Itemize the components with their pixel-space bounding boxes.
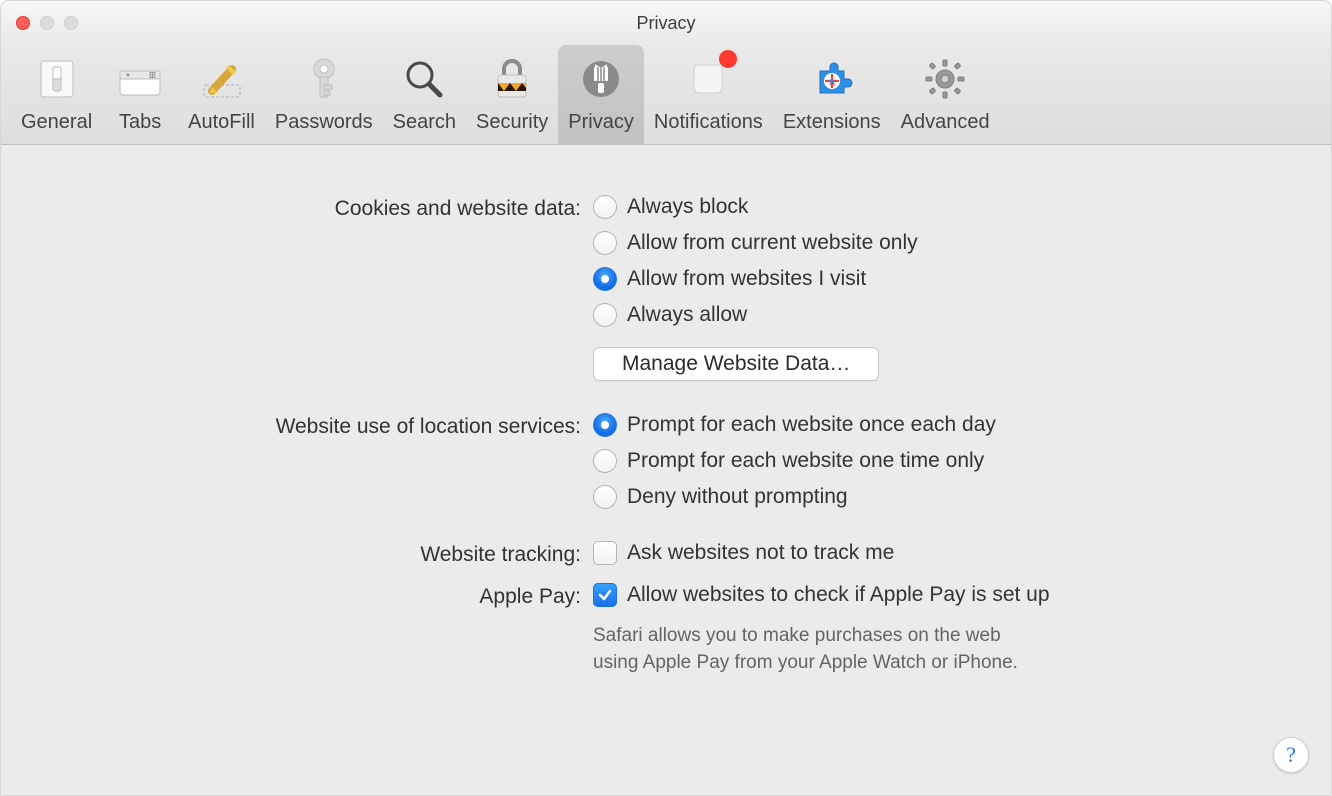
- radio-label: Allow from websites I visit: [627, 267, 866, 291]
- tab-label: Privacy: [568, 111, 634, 134]
- preferences-window: Privacy General: [0, 0, 1332, 796]
- radio-label: Deny without prompting: [627, 485, 848, 509]
- content-pane: Cookies and website data: Always block A…: [1, 145, 1331, 795]
- checkbox-label: Allow websites to check if Apple Pay is …: [627, 583, 1050, 607]
- radio-icon: [593, 267, 617, 291]
- cookies-always-allow[interactable]: Always allow: [593, 303, 1311, 327]
- tab-extensions[interactable]: Extensions: [773, 45, 891, 144]
- checkbox-icon: [593, 583, 617, 607]
- tab-security[interactable]: Security: [466, 45, 558, 144]
- location-prompt-once[interactable]: Prompt for each website one time only: [593, 449, 1311, 473]
- tab-notifications[interactable]: Notifications: [644, 45, 773, 144]
- tabs-icon: [112, 51, 168, 107]
- tab-label: General: [21, 111, 92, 134]
- toolbar: General Tabs: [1, 45, 1331, 145]
- autofill-icon: [194, 51, 250, 107]
- tab-privacy[interactable]: Privacy: [558, 45, 644, 144]
- help-button[interactable]: ?: [1273, 737, 1309, 773]
- advanced-icon: [917, 51, 973, 107]
- radio-label: Prompt for each website once each day: [627, 413, 996, 437]
- checkbox-icon: [593, 541, 617, 565]
- radio-label: Prompt for each website one time only: [627, 449, 984, 473]
- tab-advanced[interactable]: Advanced: [891, 45, 1000, 144]
- general-icon: [29, 51, 85, 107]
- tracking-dnt-checkbox[interactable]: Ask websites not to track me: [593, 541, 1311, 565]
- checkbox-label: Ask websites not to track me: [627, 541, 894, 565]
- privacy-icon: [573, 51, 629, 107]
- tab-label: Passwords: [275, 111, 373, 134]
- radio-label: Always allow: [627, 303, 747, 327]
- radio-icon: [593, 303, 617, 327]
- notifications-icon: [680, 51, 736, 107]
- tab-general[interactable]: General: [11, 45, 102, 144]
- passwords-icon: [296, 51, 352, 107]
- tab-label: Security: [476, 111, 548, 134]
- radio-label: Allow from current website only: [627, 231, 918, 255]
- tab-passwords[interactable]: Passwords: [265, 45, 383, 144]
- window-title: Privacy: [1, 13, 1331, 34]
- location-section: Website use of location services: Prompt…: [21, 413, 1311, 509]
- radio-icon: [593, 413, 617, 437]
- extensions-icon: [804, 51, 860, 107]
- security-icon: [484, 51, 540, 107]
- tab-label: Notifications: [654, 111, 763, 134]
- radio-icon: [593, 231, 617, 255]
- tab-search[interactable]: Search: [383, 45, 466, 144]
- applepay-subtext: Safari allows you to make purchases on t…: [593, 623, 1153, 676]
- tab-label: Search: [393, 111, 456, 134]
- applepay-section: Apple Pay: Allow websites to check if Ap…: [21, 583, 1311, 676]
- tab-label: Tabs: [119, 111, 161, 134]
- tab-label: Advanced: [901, 111, 990, 134]
- cookies-allow-current[interactable]: Allow from current website only: [593, 231, 1311, 255]
- tracking-section: Website tracking: Ask websites not to tr…: [21, 541, 1311, 567]
- tab-label: AutoFill: [188, 111, 255, 134]
- cookies-always-block[interactable]: Always block: [593, 195, 1311, 219]
- tab-label: Extensions: [783, 111, 881, 134]
- radio-icon: [593, 485, 617, 509]
- titlebar: Privacy: [1, 1, 1331, 45]
- applepay-label: Apple Pay:: [21, 583, 593, 609]
- location-prompt-daily[interactable]: Prompt for each website once each day: [593, 413, 1311, 437]
- tracking-label: Website tracking:: [21, 541, 593, 567]
- help-icon: ?: [1286, 742, 1296, 768]
- manage-website-data-button[interactable]: Manage Website Data…: [593, 347, 879, 381]
- cookies-label: Cookies and website data:: [21, 195, 593, 221]
- cookies-allow-visited[interactable]: Allow from websites I visit: [593, 267, 1311, 291]
- cookies-section: Cookies and website data: Always block A…: [21, 195, 1311, 381]
- tab-tabs[interactable]: Tabs: [102, 45, 178, 144]
- tab-autofill[interactable]: AutoFill: [178, 45, 265, 144]
- radio-label: Always block: [627, 195, 748, 219]
- radio-icon: [593, 449, 617, 473]
- location-label: Website use of location services:: [21, 413, 593, 439]
- applepay-checkbox[interactable]: Allow websites to check if Apple Pay is …: [593, 583, 1311, 607]
- location-deny[interactable]: Deny without prompting: [593, 485, 1311, 509]
- search-icon: [396, 51, 452, 107]
- radio-icon: [593, 195, 617, 219]
- notification-badge: [717, 48, 739, 70]
